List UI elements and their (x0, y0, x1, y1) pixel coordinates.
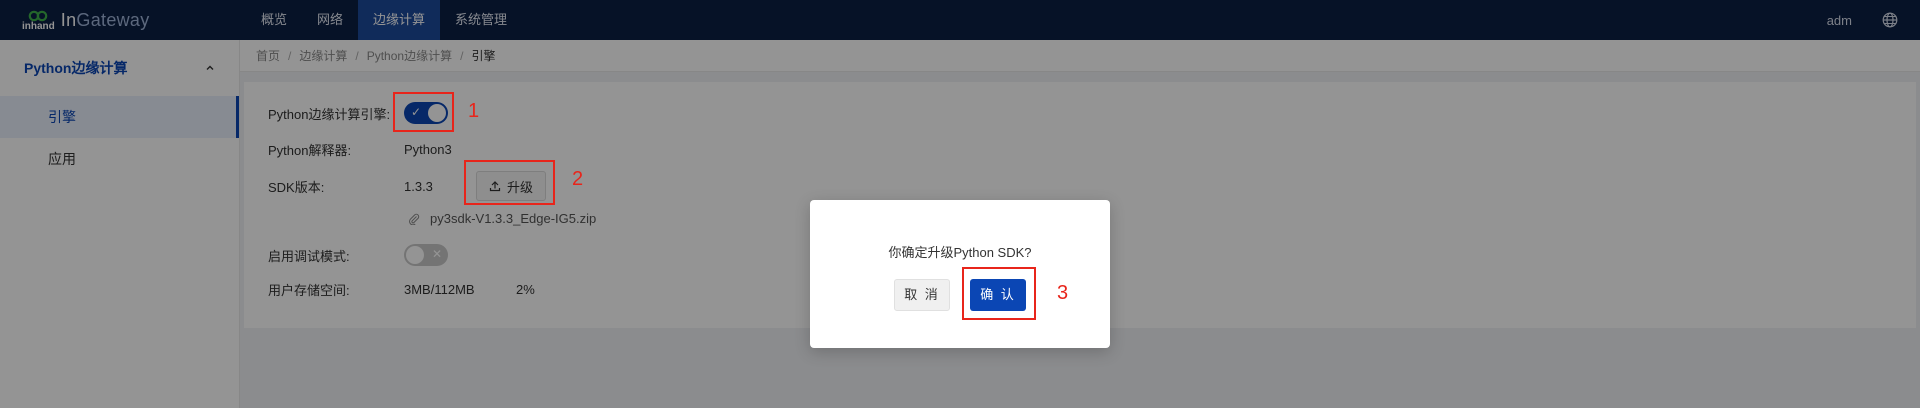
annotation-box-2 (464, 160, 555, 205)
annotation-box-1 (393, 92, 454, 132)
dialog-message: 你确定升级Python SDK? (888, 245, 1032, 260)
annotation-box-3 (962, 267, 1036, 320)
annotation-number-2: 2 (572, 168, 584, 190)
annotation-number-1: 1 (468, 100, 480, 122)
cancel-button[interactable]: 取 消 (894, 279, 950, 311)
annotation-number-3: 3 (1057, 282, 1069, 304)
confirm-dialog: 你确定升级Python SDK? 取 消 确 认 (810, 200, 1110, 348)
